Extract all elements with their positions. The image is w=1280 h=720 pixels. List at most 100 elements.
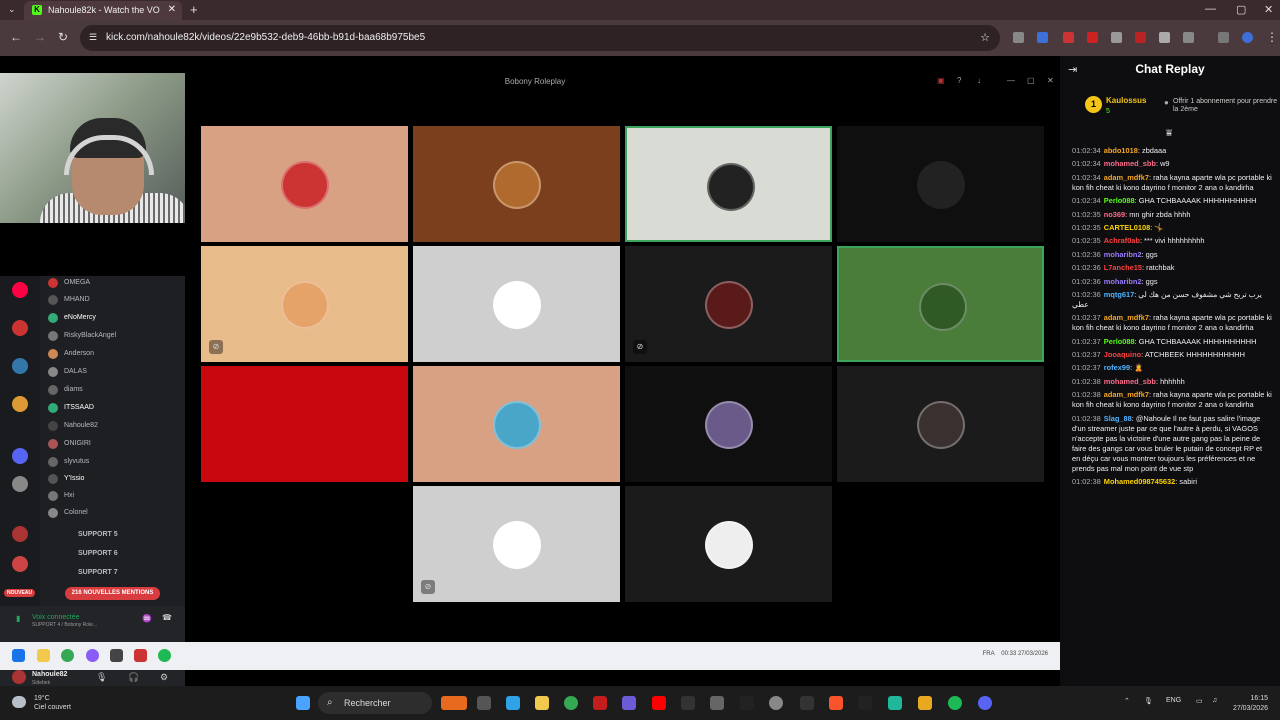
- chat-username[interactable]: adam_mdfk7: [1104, 313, 1149, 322]
- disconnect-icon[interactable]: ☎: [162, 613, 172, 622]
- app-icon[interactable]: [740, 696, 754, 710]
- app-icon[interactable]: [441, 696, 467, 710]
- chat-username[interactable]: Jooaquino: [1104, 350, 1141, 359]
- extension-icon[interactable]: [1037, 32, 1048, 43]
- extension-icon[interactable]: [1087, 32, 1098, 43]
- copilot-icon[interactable]: [506, 696, 520, 710]
- channel-support-5[interactable]: SUPPORT 5: [78, 531, 118, 538]
- channel-support-6[interactable]: SUPPORT 6: [78, 550, 118, 557]
- participant-tile[interactable]: [201, 366, 408, 482]
- participant-tile[interactable]: [413, 246, 620, 362]
- participant-tile[interactable]: ⊘: [413, 486, 620, 602]
- participant-tile[interactable]: [201, 126, 408, 242]
- extensions-puzzle-icon[interactable]: [1183, 32, 1194, 43]
- tray-chevron-icon[interactable]: ⌃: [1124, 697, 1130, 705]
- chat-username[interactable]: mohamed_sbb: [1104, 159, 1156, 168]
- voice-user[interactable]: RiskyBlackAngel: [48, 331, 116, 341]
- voice-user[interactable]: Anderson: [48, 349, 94, 359]
- youtube-icon[interactable]: [652, 696, 666, 710]
- app-icon[interactable]: [681, 696, 695, 710]
- taskbar-search[interactable]: ⌕ Rechercher: [318, 692, 432, 714]
- pin-icon[interactable]: ⩸: [1166, 128, 1172, 139]
- server-icon[interactable]: [12, 320, 28, 336]
- minimize-icon[interactable]: —: [1007, 76, 1015, 85]
- microphone-icon[interactable]: 🎙: [96, 672, 107, 683]
- voice-user[interactable]: MHAND: [48, 295, 90, 305]
- chat-username[interactable]: Slag_88: [1104, 414, 1132, 423]
- chat-username[interactable]: adam_mdfk7: [1104, 173, 1149, 182]
- discord-icon[interactable]: [978, 696, 992, 710]
- avatar[interactable]: [12, 670, 26, 684]
- voice-user[interactable]: diams: [48, 385, 83, 395]
- app-icon[interactable]: [888, 696, 902, 710]
- help-icon[interactable]: ?: [957, 76, 961, 85]
- extension-icon[interactable]: [1135, 32, 1146, 43]
- app-icon[interactable]: [918, 696, 932, 710]
- window-close-icon[interactable]: ✕: [1264, 3, 1273, 16]
- media-control-icon[interactable]: [1218, 32, 1229, 43]
- chat-username[interactable]: adam_mdfk7: [1104, 390, 1149, 399]
- microphone-icon[interactable]: 🎙: [1144, 697, 1153, 705]
- chat-username[interactable]: Achraf0ab: [1104, 236, 1140, 245]
- participant-tile[interactable]: ⊘: [625, 246, 832, 362]
- chat-username[interactable]: mohamed_sbb: [1104, 377, 1156, 386]
- voice-user[interactable]: Y'Issio: [48, 474, 84, 484]
- windows-start-icon[interactable]: [296, 696, 310, 710]
- noise-icon[interactable]: ♒: [142, 614, 152, 623]
- extension-icon[interactable]: [1159, 32, 1170, 43]
- maximize-icon[interactable]: ▢: [1027, 76, 1035, 85]
- participant-tile[interactable]: [837, 126, 1044, 242]
- tab-close-icon[interactable]: ✕: [168, 4, 176, 15]
- subscription-banner[interactable]: 1 Kaulossus 5 ● Offrir 1 abonnement pour…: [1060, 86, 1280, 126]
- url-field[interactable]: ☰ kick.com/nahoule82k/videos/22e9b532-de…: [80, 25, 1000, 51]
- chat-username[interactable]: moharibn2: [1104, 277, 1142, 286]
- chat-username[interactable]: Perlo088: [1104, 196, 1135, 205]
- voice-user[interactable]: eNoMercy: [48, 313, 96, 323]
- voice-user[interactable]: ITSSAAD: [48, 403, 94, 413]
- browser-tab[interactable]: K Nahoule82k - Watch the VO ✕: [24, 1, 182, 20]
- chat-username[interactable]: abdo1018: [1104, 146, 1138, 155]
- settings-gear-icon[interactable]: ⚙: [160, 672, 168, 683]
- site-info-icon[interactable]: ☰: [89, 32, 97, 43]
- app-icon[interactable]: [800, 696, 814, 710]
- participant-tile-speaking[interactable]: [837, 246, 1044, 362]
- download-icon[interactable]: ↓: [977, 76, 981, 85]
- app-icon[interactable]: [710, 696, 724, 710]
- participant-tile[interactable]: [413, 366, 620, 482]
- channel-support-7[interactable]: SUPPORT 7: [78, 569, 118, 576]
- app-icon[interactable]: [769, 696, 783, 710]
- browser-menu-icon[interactable]: ⋮: [1266, 30, 1278, 44]
- record-icon[interactable]: ▣: [937, 76, 945, 85]
- participant-tile-speaking[interactable]: [625, 126, 832, 242]
- bookmark-star-icon[interactable]: ☆: [980, 31, 990, 44]
- server-icon[interactable]: [12, 476, 28, 492]
- file-explorer-icon[interactable]: [535, 696, 549, 710]
- server-icon[interactable]: [12, 556, 28, 572]
- input-language[interactable]: ENG: [1166, 697, 1181, 704]
- maximize-icon[interactable]: ▢: [1236, 3, 1246, 16]
- close-icon[interactable]: ✕: [1047, 76, 1054, 85]
- app-icon[interactable]: [858, 696, 872, 710]
- server-icon[interactable]: [12, 526, 28, 542]
- server-icon[interactable]: [12, 282, 28, 298]
- voice-user[interactable]: slyvutus: [48, 457, 89, 467]
- video-player[interactable]: OMEGA MHAND eNoMercy RiskyBlackAngel And…: [0, 56, 1060, 696]
- network-icon[interactable]: ▭: [1196, 697, 1203, 705]
- tab-list-icon[interactable]: ⌄: [8, 4, 16, 15]
- system-clock[interactable]: 16:15 27/03/2026: [1233, 694, 1268, 714]
- chat-username[interactable]: Perlo088: [1104, 337, 1135, 346]
- server-icon[interactable]: [12, 396, 28, 412]
- participant-tile[interactable]: [837, 366, 1044, 482]
- server-icon[interactable]: [12, 448, 28, 464]
- back-icon[interactable]: ←: [10, 30, 22, 44]
- chat-username[interactable]: moharibn2: [1104, 250, 1142, 259]
- new-tab-icon[interactable]: +: [190, 2, 198, 17]
- chat-username[interactable]: L7anche15: [1104, 263, 1142, 272]
- voice-user[interactable]: Nahoule82: [48, 421, 98, 431]
- voice-user[interactable]: DALAS: [48, 367, 87, 377]
- participant-tile[interactable]: [625, 366, 832, 482]
- headphones-icon[interactable]: 🎧: [128, 672, 139, 683]
- app-icon[interactable]: [593, 696, 607, 710]
- voice-user[interactable]: ONIGIRI: [48, 439, 91, 449]
- participant-tile[interactable]: ⊘: [201, 246, 408, 362]
